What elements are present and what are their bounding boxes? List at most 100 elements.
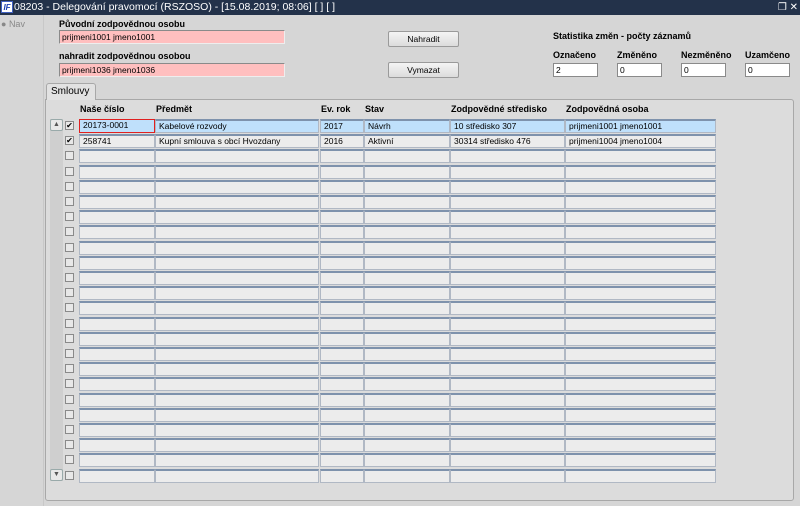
cell-number[interactable]	[79, 347, 155, 361]
cell-center[interactable]	[450, 301, 565, 316]
cell-status[interactable]	[364, 164, 450, 179]
cell-person[interactable]	[565, 377, 716, 392]
cell-person[interactable]	[565, 316, 716, 331]
cell-person[interactable]	[565, 392, 716, 407]
row-checkbox[interactable]	[65, 197, 74, 206]
cell-status[interactable]	[364, 316, 450, 331]
cell-center[interactable]: 10 středisko 307	[450, 119, 565, 133]
cell-year[interactable]	[320, 225, 364, 240]
cell-person[interactable]	[565, 240, 716, 255]
cell-number[interactable]	[79, 362, 155, 377]
cell-status[interactable]: Aktivní	[364, 134, 450, 149]
cell-subject[interactable]	[155, 423, 319, 437]
table-row[interactable]	[0, 331, 800, 347]
cell-status[interactable]	[364, 195, 450, 209]
cell-number[interactable]	[79, 407, 155, 422]
cell-year[interactable]	[320, 301, 364, 316]
row-checkbox[interactable]	[65, 440, 74, 450]
restore-icon[interactable]: ❐	[778, 2, 787, 13]
cell-status[interactable]	[364, 255, 450, 270]
cell-number[interactable]	[79, 468, 155, 483]
cell-person[interactable]	[565, 271, 716, 285]
table-row[interactable]	[0, 164, 800, 180]
row-checkbox[interactable]	[65, 273, 74, 282]
cell-status[interactable]	[364, 438, 450, 453]
cell-center[interactable]	[450, 316, 565, 331]
cell-status[interactable]	[364, 271, 450, 285]
cell-subject[interactable]	[155, 164, 319, 179]
cell-person[interactable]	[565, 195, 716, 209]
cell-subject[interactable]	[155, 392, 319, 407]
cell-person[interactable]	[565, 362, 716, 377]
cell-subject[interactable]	[155, 453, 319, 468]
row-checkbox[interactable]	[65, 151, 74, 161]
table-row[interactable]	[0, 377, 800, 392]
clear-button[interactable]: Vymazat	[388, 62, 459, 78]
cell-year[interactable]	[320, 179, 364, 194]
cell-status[interactable]	[364, 149, 450, 164]
stat-unchanged-field[interactable]: 0	[681, 63, 726, 77]
cell-subject[interactable]	[155, 255, 319, 270]
cell-person[interactable]: prijmeni1001 jmeno1001	[565, 119, 716, 133]
cell-year[interactable]	[320, 423, 364, 437]
cell-subject[interactable]	[155, 468, 319, 483]
cell-person[interactable]: prijmeni1004 jmeno1004	[565, 134, 716, 149]
table-row[interactable]	[0, 347, 800, 362]
cell-person[interactable]	[565, 210, 716, 225]
row-checkbox[interactable]	[65, 409, 74, 419]
table-row[interactable]	[0, 392, 800, 408]
cell-number[interactable]	[79, 149, 155, 164]
cell-number[interactable]	[79, 210, 155, 225]
cell-number[interactable]: 20173-0001	[79, 119, 155, 133]
cell-year[interactable]	[320, 149, 364, 164]
cell-person[interactable]	[565, 179, 716, 194]
table-row[interactable]	[0, 286, 800, 301]
cell-center[interactable]	[450, 149, 565, 164]
cell-number[interactable]	[79, 453, 155, 468]
cell-number[interactable]	[79, 301, 155, 316]
cell-number[interactable]	[79, 164, 155, 179]
row-checkbox[interactable]	[65, 333, 74, 343]
cell-status[interactable]	[364, 392, 450, 407]
table-row[interactable]	[0, 423, 800, 438]
cell-subject[interactable]	[155, 195, 319, 209]
row-checkbox[interactable]	[65, 181, 74, 191]
row-checkbox[interactable]: ✔	[65, 121, 74, 130]
table-row[interactable]	[0, 362, 800, 377]
cell-person[interactable]	[565, 149, 716, 164]
cell-number[interactable]	[79, 240, 155, 255]
cell-status[interactable]	[364, 377, 450, 392]
table-row[interactable]: ✔ 20173-0001 Kabelové rozvody 2017 Návrh 10 s…	[0, 119, 800, 134]
cell-person[interactable]	[565, 255, 716, 270]
cell-center[interactable]	[450, 347, 565, 361]
table-row[interactable]	[0, 225, 800, 240]
cell-person[interactable]	[565, 331, 716, 346]
cell-center[interactable]	[450, 331, 565, 346]
cell-year[interactable]	[320, 453, 364, 468]
cell-year[interactable]	[320, 271, 364, 285]
cell-status[interactable]	[364, 179, 450, 194]
cell-number[interactable]: 258741	[79, 134, 155, 149]
cell-center[interactable]	[450, 240, 565, 255]
cell-subject[interactable]	[155, 240, 319, 255]
row-checkbox[interactable]	[65, 166, 74, 176]
stat-locked-field[interactable]: 0	[745, 63, 790, 77]
cell-subject[interactable]	[155, 271, 319, 285]
cell-year[interactable]	[320, 407, 364, 422]
cell-number[interactable]	[79, 331, 155, 346]
original-person-input[interactable]: prijmeni1001 jmeno1001	[59, 30, 285, 44]
row-checkbox[interactable]	[65, 318, 74, 328]
cell-year[interactable]	[320, 286, 364, 301]
cell-subject[interactable]	[155, 316, 319, 331]
table-row[interactable]	[0, 453, 800, 468]
cell-center[interactable]	[450, 271, 565, 285]
cell-number[interactable]	[79, 438, 155, 453]
table-row[interactable]	[0, 468, 800, 484]
row-checkbox[interactable]	[65, 288, 74, 298]
cell-person[interactable]	[565, 453, 716, 468]
cell-year[interactable]	[320, 377, 364, 392]
cell-number[interactable]	[79, 392, 155, 407]
cell-center[interactable]	[450, 286, 565, 301]
cell-center[interactable]	[450, 468, 565, 483]
cell-subject[interactable]	[155, 301, 319, 316]
